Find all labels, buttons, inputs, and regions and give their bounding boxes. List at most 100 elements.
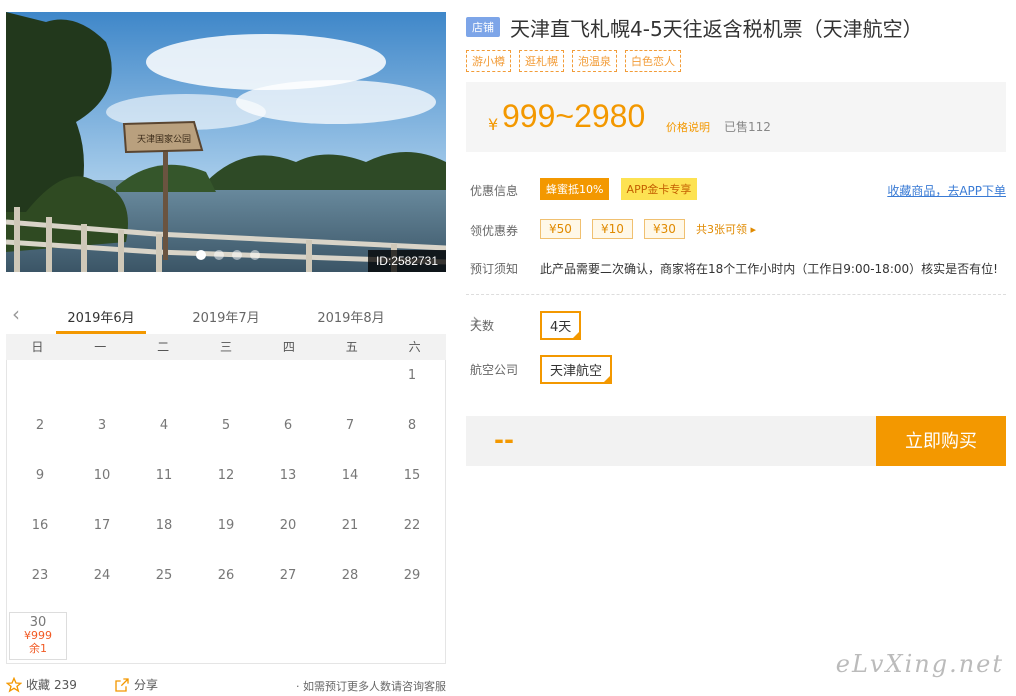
coupon-50[interactable]: ¥50 — [540, 219, 581, 239]
favorite-count: 239 — [54, 677, 77, 692]
tag-item: 泡温泉 — [572, 50, 617, 72]
calendar-day[interactable]: 8 — [381, 412, 443, 462]
site-watermark: eLvXing.net — [835, 650, 1004, 678]
carousel-dot[interactable] — [250, 250, 260, 260]
calendar-day[interactable]: 20 — [257, 512, 319, 562]
share-label: 分享 — [134, 678, 159, 692]
month-nav: ‹ 2019年6月 2019年7月 2019年8月 › — [6, 298, 480, 334]
calendar-day[interactable]: 18 — [133, 512, 195, 562]
offers-row: 优惠信息 蜂蜜抵10% APP金卡专享 收藏商品，去APP下单 — [466, 170, 1006, 210]
calendar-day[interactable]: 6 — [257, 412, 319, 462]
product-photo[interactable]: 天津国家公园 ID:2582731 — [6, 12, 446, 272]
month-tab-august[interactable]: 2019年8月 — [306, 307, 396, 326]
price-note-link[interactable]: 价格说明 — [666, 119, 710, 135]
product-info: 店铺 天津直飞札幌4-5天往返含税机票（天津航空） 游小樽 逛札幌 泡温泉 白色… — [466, 12, 1006, 466]
buy-now-button[interactable]: 立即购买 — [876, 416, 1006, 466]
product-title: 天津直飞札幌4-5天往返含税机票（天津航空） — [510, 16, 923, 41]
chevron-left-icon[interactable]: ‹ — [12, 304, 20, 324]
day-number: 30 — [29, 615, 47, 630]
price-box: ¥ 999~2980 价格说明 已售112 — [466, 82, 1006, 152]
calendar-day[interactable]: 14 — [319, 462, 381, 512]
weekday-label: 一 — [94, 340, 107, 354]
price-calendar: ‹ 2019年6月 2019年7月 2019年8月 › 日一二三四五六 1234… — [6, 298, 480, 664]
weekday-label: 六 — [408, 340, 421, 354]
lake-landscape-image: 天津国家公园 — [6, 12, 446, 272]
calendar-day[interactable]: 9 — [9, 462, 71, 512]
calendar-day[interactable]: 11 — [133, 462, 195, 512]
calendar-day[interactable]: 4 — [133, 412, 195, 462]
weekday-label: 三 — [220, 340, 233, 354]
days-label: 天数 — [470, 319, 495, 333]
total-price: -- — [494, 426, 514, 454]
weekday-label: 二 — [157, 340, 170, 354]
day-price: ¥999 — [24, 629, 52, 642]
month-tab-july[interactable]: 2019年7月 — [181, 307, 271, 326]
calendar-day[interactable]: 10 — [71, 462, 133, 512]
notice-label: 预订须知 — [470, 262, 519, 276]
coupons-label: 领优惠券 — [470, 224, 519, 238]
carousel-dots — [196, 250, 260, 260]
weekday-label: 日 — [31, 340, 44, 354]
day-stock: 余1 — [29, 642, 47, 655]
airline-label: 航空公司 — [470, 363, 519, 377]
calendar-day[interactable]: 28 — [319, 562, 381, 612]
photo-id-label: ID:2582731 — [367, 250, 446, 272]
tag-item: 白色恋人 — [625, 50, 681, 72]
calendar-day[interactable]: 29 — [381, 562, 443, 612]
favorite-button[interactable]: 收藏 239 — [6, 676, 77, 693]
sold-count: 已售112 — [724, 120, 771, 134]
coupon-10[interactable]: ¥10 — [592, 219, 633, 239]
calendar-day[interactable]: 17 — [71, 512, 133, 562]
calendar-day[interactable]: 21 — [319, 512, 381, 562]
airline-row: 航空公司 天津航空 — [466, 353, 1006, 397]
calendar-day[interactable]: 3 — [71, 412, 133, 462]
action-bar: 收藏 239 分享 · 如需预订更多人数请咨询客服 — [6, 676, 446, 696]
app-gold-card-badge: APP金卡专享 — [620, 178, 698, 200]
calendar-day[interactable]: 5 — [195, 412, 257, 462]
buy-bar: -- 立即购买 — [466, 416, 1006, 466]
airline-option-tianjin[interactable]: 天津航空 — [540, 355, 613, 384]
carousel-dot[interactable] — [232, 250, 242, 260]
calendar-grid: 1 2 3 4 5 6 7 8 9 10 11 12 13 14 15 16 17 18 19 20 21 22 23 24 2… — [6, 360, 446, 664]
calendar-day[interactable]: 1 — [381, 362, 443, 412]
calendar-day-priced[interactable]: 30 ¥999 余1 — [9, 612, 67, 660]
honey-discount-badge: 蜂蜜抵10% — [540, 178, 610, 200]
weekday-label: 五 — [345, 340, 358, 354]
notice-text: 此产品需要二次确认，商家将在18个工作小时内（工作日9:00-18:00）核实是… — [540, 262, 998, 276]
notice-row: 预订须知 此产品需要二次确认，商家将在18个工作小时内（工作日9:00-18:0… — [466, 250, 1006, 290]
calendar-day[interactable]: 15 — [381, 462, 443, 512]
sign-text: 天津国家公园 — [137, 133, 191, 145]
more-coupons-link[interactable]: 共3张可领 ▸ — [696, 223, 756, 236]
calendar-day[interactable]: 19 — [195, 512, 257, 562]
calendar-day[interactable]: 22 — [381, 512, 443, 562]
calendar-day[interactable]: 27 — [257, 562, 319, 612]
coupon-30[interactable]: ¥30 — [644, 219, 685, 239]
calendar-day[interactable]: 26 — [195, 562, 257, 612]
days-option-4[interactable]: 4天 — [540, 311, 582, 340]
active-month-indicator — [56, 331, 146, 334]
carousel-dot[interactable] — [196, 250, 206, 260]
offers-label: 优惠信息 — [470, 184, 519, 198]
calendar-day[interactable]: 13 — [257, 462, 319, 512]
weekday-label: 四 — [282, 340, 295, 354]
store-badge[interactable]: 店铺 — [466, 17, 500, 37]
month-tab-june[interactable]: 2019年6月 — [56, 307, 146, 326]
calendar-day[interactable]: 23 — [9, 562, 71, 612]
weekday-header: 日一二三四五六 — [6, 334, 446, 360]
coupons-row: 领优惠券 ¥50 ¥10 ¥30 共3张可领 ▸ — [466, 210, 1006, 250]
calendar-day[interactable]: 7 — [319, 412, 381, 462]
calendar-day[interactable]: 12 — [195, 462, 257, 512]
title-row: 店铺 天津直飞札幌4-5天往返含税机票（天津航空） — [466, 12, 1006, 42]
calendar-day[interactable]: 16 — [9, 512, 71, 562]
share-button[interactable]: 分享 — [114, 676, 158, 693]
caret-right-icon: ▸ — [750, 223, 757, 236]
tag-item: 游小樽 — [466, 50, 511, 72]
app-order-link[interactable]: 收藏商品，去APP下单 — [887, 182, 1006, 199]
calendar-day[interactable]: 25 — [133, 562, 195, 612]
currency-symbol: ¥ — [488, 115, 499, 134]
calendar-day[interactable]: 24 — [71, 562, 133, 612]
carousel-dot[interactable] — [214, 250, 224, 260]
divider — [466, 294, 1006, 295]
star-icon — [6, 676, 22, 692]
calendar-day[interactable]: 2 — [9, 412, 71, 462]
